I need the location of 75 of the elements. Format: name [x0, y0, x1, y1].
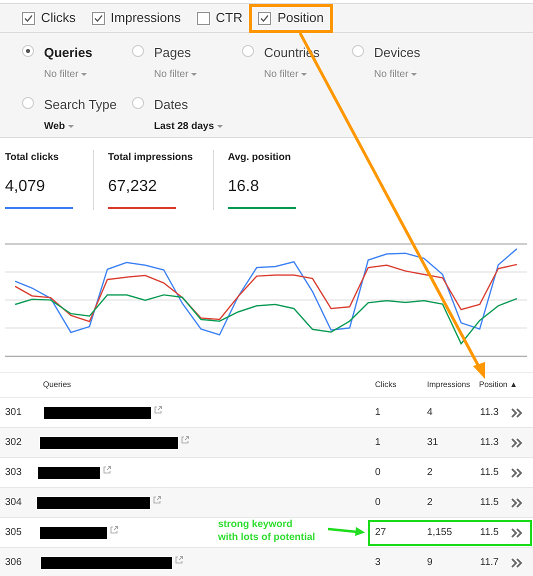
external-link-icon[interactable]	[153, 496, 161, 504]
table-row[interactable]: 305 27 1,155 11.5 strong keyword with lots of potential	[0, 518, 533, 548]
table-cell-text: 1	[375, 406, 382, 420]
chevron-icon[interactable]	[511, 408, 523, 418]
checkbox-label[interactable]: Position	[277, 8, 324, 28]
radio-button[interactable]	[132, 97, 144, 109]
redacted-query	[38, 466, 100, 478]
table-cell-text: 11.3	[480, 406, 500, 420]
stat-label: Total clicks	[5, 151, 60, 165]
table-cell-text: 31	[427, 436, 440, 450]
table-cell-text: 1	[375, 436, 382, 450]
chevron-icon[interactable]	[511, 468, 523, 478]
column-header[interactable]: Position ▲	[479, 379, 518, 391]
row-index: 305	[5, 526, 23, 540]
filter-label[interactable]: Devices	[374, 43, 420, 62]
checkbox[interactable]	[258, 12, 272, 24]
row-index: 302	[5, 436, 23, 450]
table-row[interactable]: 306 3 9 11.7	[0, 548, 533, 576]
column-header[interactable]: Clicks	[375, 379, 427, 391]
checkbox[interactable]	[196, 12, 210, 24]
annotation-arrow	[328, 526, 366, 536]
table-cell-text: 4	[427, 406, 434, 420]
checkbox[interactable]	[22, 12, 35, 24]
table-cell-text: 1,155	[427, 526, 454, 540]
filter-label[interactable]: Pages	[154, 43, 198, 62]
filter-label[interactable]: Dates	[154, 95, 224, 114]
filter-label[interactable]: Search Type	[44, 95, 117, 114]
external-link-icon[interactable]	[175, 556, 183, 564]
row-index: 301	[5, 406, 23, 420]
stat-value: 67,232	[108, 177, 158, 197]
row-index: 303	[5, 466, 23, 480]
table-cell-text: 0	[375, 496, 382, 510]
redacted-query	[40, 526, 107, 538]
stat-value: 4,079	[5, 177, 46, 197]
table-cell-text: 2	[427, 496, 434, 510]
table-cell-text: 11.5	[480, 496, 500, 510]
column-header[interactable]: Impressions	[427, 379, 479, 391]
radio-button[interactable]	[22, 45, 34, 57]
radio-button[interactable]	[352, 45, 364, 57]
table-cell-text: 11.5	[480, 466, 500, 480]
filter-dropdown[interactable]: Web	[44, 118, 117, 134]
stat-label: Total impressions	[108, 151, 193, 165]
chevron-icon[interactable]	[511, 498, 523, 508]
row-index: 304	[5, 496, 23, 510]
table-cell-text: 0	[375, 466, 382, 480]
external-link-icon[interactable]	[154, 406, 162, 414]
annotation-note: strong keyword with lots of potential	[218, 518, 316, 544]
table-cell-text: 11.5	[480, 526, 500, 540]
external-link-icon[interactable]	[110, 526, 118, 534]
filter-label[interactable]: Queries	[44, 43, 92, 62]
radio-button[interactable]	[22, 97, 34, 109]
table-row[interactable]: 302 1 31 11.3	[0, 428, 533, 458]
table-cell-text: 11.7	[480, 556, 500, 570]
checkbox[interactable]	[92, 12, 105, 24]
table-row[interactable]: 304 0 2 11.5	[0, 488, 533, 518]
column-header[interactable]: Queries	[43, 379, 375, 391]
filter-dropdown[interactable]: Last 28 days	[154, 118, 224, 134]
external-link-icon[interactable]	[181, 436, 189, 444]
table-cell-text: 11.3	[480, 436, 500, 450]
table-cell-text: 3	[375, 556, 382, 570]
chevron-icon[interactable]	[511, 438, 523, 448]
radio-button[interactable]	[242, 45, 254, 57]
stat-value: 16.8	[228, 177, 260, 197]
radio-button[interactable]	[132, 45, 144, 57]
chevron-icon[interactable]	[511, 528, 523, 538]
table-cell-text: 27	[375, 526, 388, 540]
checkbox-label[interactable]: Clicks	[41, 8, 76, 28]
external-link-icon[interactable]	[103, 466, 111, 474]
stat-label: Avg. position	[228, 151, 292, 165]
chevron-icon[interactable]	[511, 558, 523, 568]
row-index: 306	[5, 556, 23, 570]
table-cell-text: 9	[427, 556, 434, 570]
table-cell-text: 2	[427, 466, 434, 480]
checkbox-label[interactable]: CTR	[216, 8, 242, 28]
checkbox-label[interactable]: Impressions	[110, 8, 181, 28]
